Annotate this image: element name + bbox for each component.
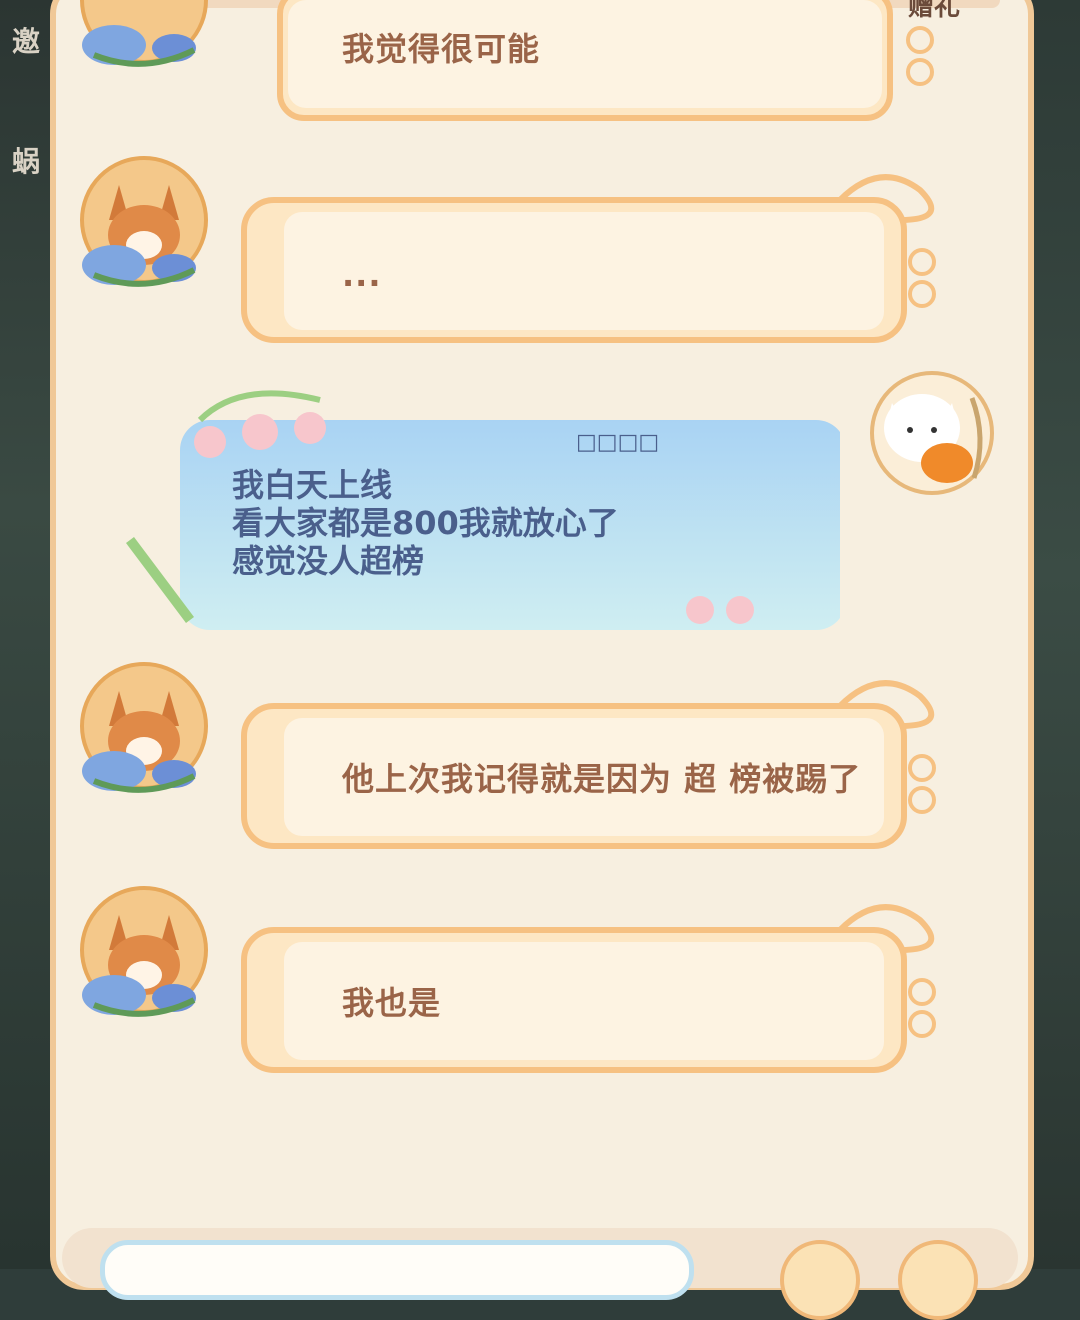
message-text-4: 他上次我记得就是因为 超 榜被踢了	[342, 760, 862, 798]
fox-avatar[interactable]	[74, 656, 214, 796]
message-text-5: 我也是	[342, 984, 442, 1022]
message-input[interactable]	[100, 1240, 694, 1300]
more-button[interactable]	[898, 1240, 978, 1320]
dog-avatar[interactable]	[862, 368, 1002, 508]
side-char-bottom: 蜗	[12, 145, 41, 178]
message-bubble-2	[241, 174, 936, 343]
message-text-3-line-3: 感觉没人超榜	[232, 542, 425, 580]
fox-avatar[interactable]	[74, 880, 214, 1020]
side-char-top: 邀	[12, 25, 41, 58]
fox-avatar[interactable]	[74, 150, 214, 290]
message-text-2: ...	[342, 256, 382, 294]
message-box-marks: □□□□	[576, 430, 660, 455]
fox-avatar[interactable]	[74, 0, 214, 70]
message-text-3-line-2: 看大家都是800我就放心了	[232, 504, 619, 542]
message-text-1: 我觉得很可能	[342, 30, 541, 68]
emoji-button[interactable]	[780, 1240, 860, 1320]
message-text-3-line-1: 我白天上线	[232, 466, 393, 504]
